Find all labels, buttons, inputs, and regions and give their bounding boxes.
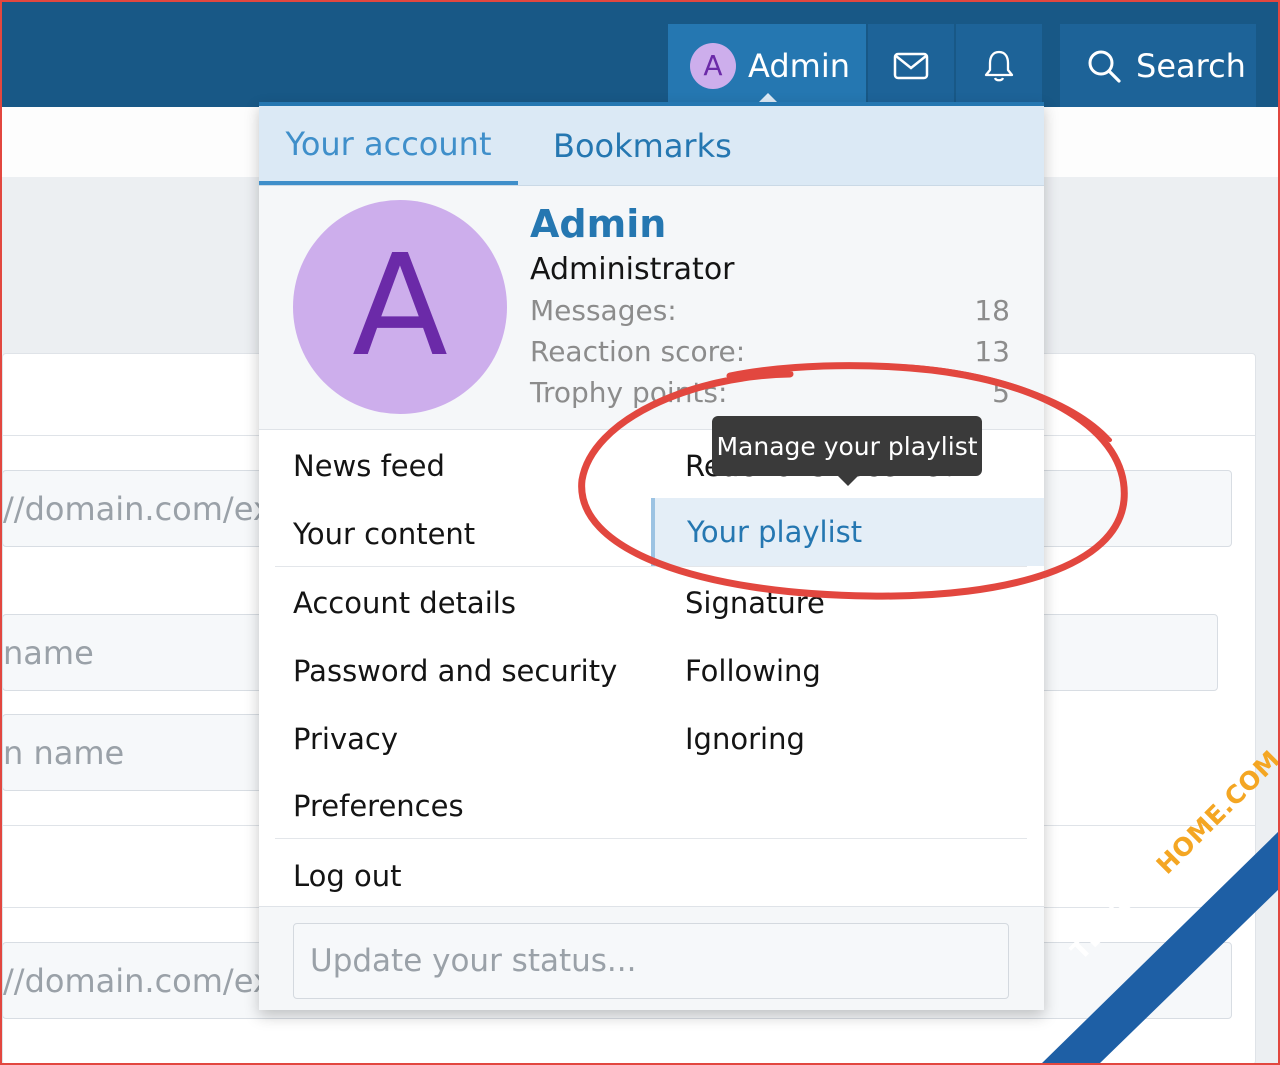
annotation-circle — [578, 362, 1128, 600]
search-button[interactable]: Search — [1060, 24, 1256, 107]
link-account-details[interactable]: Account details — [293, 569, 516, 637]
link-log-out[interactable]: Log out — [293, 842, 402, 910]
envelope-icon — [893, 52, 929, 79]
menu-tabs: Your account Bookmarks — [259, 106, 1044, 186]
links-divider — [275, 838, 1027, 839]
link-news-feed[interactable]: News feed — [293, 432, 445, 500]
link-your-content[interactable]: Your content — [293, 500, 475, 568]
link-privacy[interactable]: Privacy — [293, 705, 398, 773]
link-ignoring[interactable]: Ignoring — [685, 705, 805, 773]
tab-your-account[interactable]: Your account — [259, 106, 518, 185]
status-update-input[interactable]: Update your status... — [293, 923, 1009, 999]
stat-value: 18 — [974, 294, 1010, 327]
account-name: Admin — [748, 46, 850, 85]
profile-avatar[interactable]: A — [293, 200, 507, 414]
search-icon — [1088, 50, 1121, 83]
bell-icon — [984, 50, 1014, 81]
link-following[interactable]: Following — [685, 637, 821, 705]
url-field-value: //domain.com/exa — [3, 961, 292, 1000]
account-menu-button[interactable]: A Admin — [668, 24, 866, 107]
status-update-area: Update your status... — [259, 906, 1044, 1010]
website-field-value: //domain.com/exa — [3, 489, 292, 528]
account-avatar: A — [690, 42, 736, 89]
alerts-button[interactable] — [956, 24, 1042, 107]
second-name-field-value: n name — [3, 733, 125, 772]
profile-name[interactable]: Admin — [530, 202, 666, 246]
inbox-button[interactable] — [868, 24, 954, 107]
profile-role: Administrator — [530, 252, 735, 287]
link-preferences[interactable]: Preferences — [293, 772, 464, 840]
tab-bookmarks[interactable]: Bookmarks — [553, 106, 732, 185]
search-label: Search — [1136, 46, 1246, 85]
link-password-security[interactable]: Password and security — [293, 637, 617, 705]
name-field-value: name — [3, 633, 94, 672]
stat-label: Messages: — [530, 294, 677, 327]
stat-messages: Messages: 18 — [530, 294, 1010, 327]
